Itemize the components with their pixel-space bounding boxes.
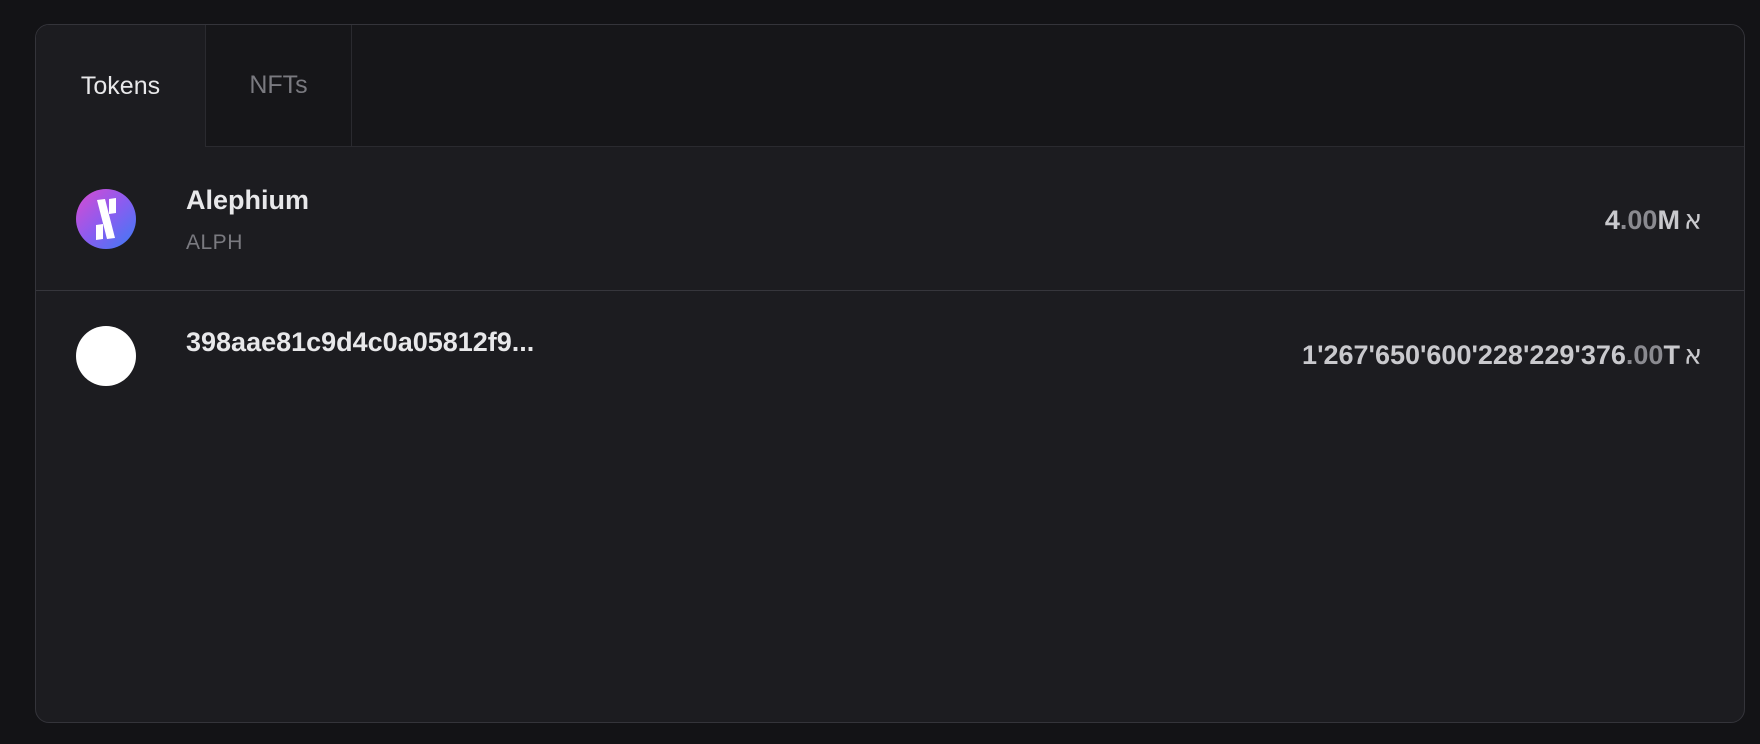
token-row-unknown[interactable]: 398aae81c9d4c0a05812f9... 1'267'650'600'… <box>36 291 1744 435</box>
amount-decimal: .00 <box>1625 340 1664 370</box>
currency-symbol: א <box>1683 340 1702 371</box>
tab-tokens[interactable]: Tokens <box>36 25 206 147</box>
tab-nfts-label: NFTs <box>249 71 308 99</box>
amount-integer: 1'267'650'600'228'229'376 <box>1302 340 1626 370</box>
amount-suffix: M <box>1657 205 1680 235</box>
token-name: 398aae81c9d4c0a05812f9... <box>186 327 535 357</box>
token-placeholder-icon <box>76 326 136 386</box>
token-symbol: ALPH <box>186 231 243 254</box>
token-amount: 4.00 M א <box>1605 205 1702 236</box>
amount-suffix: T <box>1663 340 1680 370</box>
token-amount: 1'267'650'600'228'229'376.00 T א <box>1302 340 1702 371</box>
token-row-alephium[interactable]: Alephium ALPH 4.00 M א <box>36 147 1744 291</box>
token-list-panel: Tokens NFTs Alephium ALPH 4.00 M א 398aae8… <box>35 24 1745 723</box>
tab-tokens-label: Tokens <box>80 71 161 100</box>
amount-decimal: .00 <box>1619 205 1658 235</box>
alephium-logo-icon <box>76 189 136 249</box>
currency-symbol: א <box>1683 205 1702 236</box>
token-name: Alephium <box>186 185 310 215</box>
amount-integer: 4 <box>1604 205 1620 235</box>
tab-nfts[interactable]: NFTs <box>206 25 352 146</box>
tab-bar: Tokens NFTs <box>36 25 1744 147</box>
